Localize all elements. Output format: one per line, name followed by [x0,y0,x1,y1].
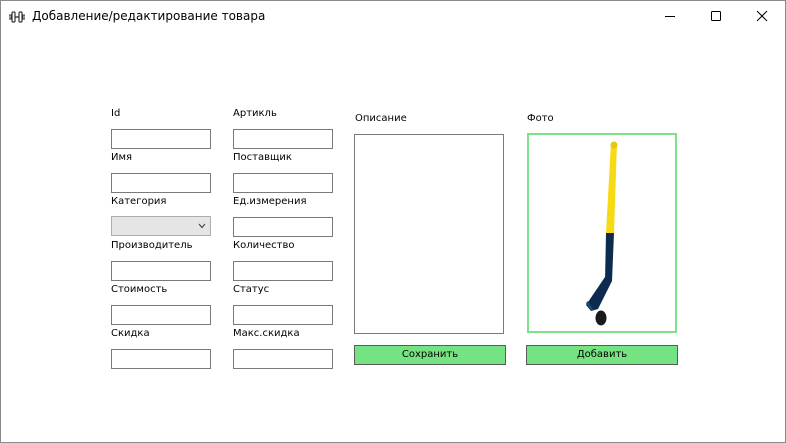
chevron-down-icon [198,223,206,229]
discount-field[interactable] [111,349,211,369]
cost-field[interactable] [111,305,211,325]
add-button[interactable]: Добавить [526,345,678,365]
status-label: Статус [233,284,270,295]
id-label: Id [111,108,121,119]
article-label: Артикль [233,108,277,119]
product-edit-window: Добавление/редактирование товара Id Имя … [0,0,786,443]
description-label: Описание [355,113,407,124]
description-textarea[interactable] [354,134,504,334]
supplier-label: Поставщик [233,152,292,163]
category-label: Категория [111,196,167,207]
barbell-icon [8,9,26,23]
maximize-icon [711,11,721,21]
category-combobox[interactable] [111,216,211,236]
unit-label: Ед.измерения [233,196,307,207]
close-button[interactable] [739,1,785,32]
manufacturer-field[interactable] [111,261,211,281]
save-button[interactable]: Сохранить [354,345,506,365]
name-label: Имя [111,152,133,163]
supplier-field[interactable] [233,173,333,193]
discount-label: Скидка [111,328,150,339]
maximize-button[interactable] [693,1,739,32]
status-field[interactable] [233,305,333,325]
quantity-field[interactable] [233,261,333,281]
window-title: Добавление/редактирование товара [32,9,266,23]
article-field[interactable] [233,129,333,149]
name-field[interactable] [111,173,211,193]
id-field[interactable] [111,129,211,149]
max-discount-label: Макс.скидка [233,328,300,339]
max-discount-field[interactable] [233,349,333,369]
cost-label: Стоимость [111,284,168,295]
manufacturer-label: Производитель [111,240,193,251]
product-photo[interactable] [527,133,677,333]
close-icon [756,10,768,22]
photo-label: Фото [527,113,554,124]
hockey-stick-icon [586,141,618,326]
minimize-icon [665,16,675,17]
unit-field[interactable] [233,217,333,237]
quantity-label: Количество [233,240,295,251]
title-bar[interactable]: Добавление/редактирование товара [1,1,785,32]
minimize-button[interactable] [647,1,693,32]
